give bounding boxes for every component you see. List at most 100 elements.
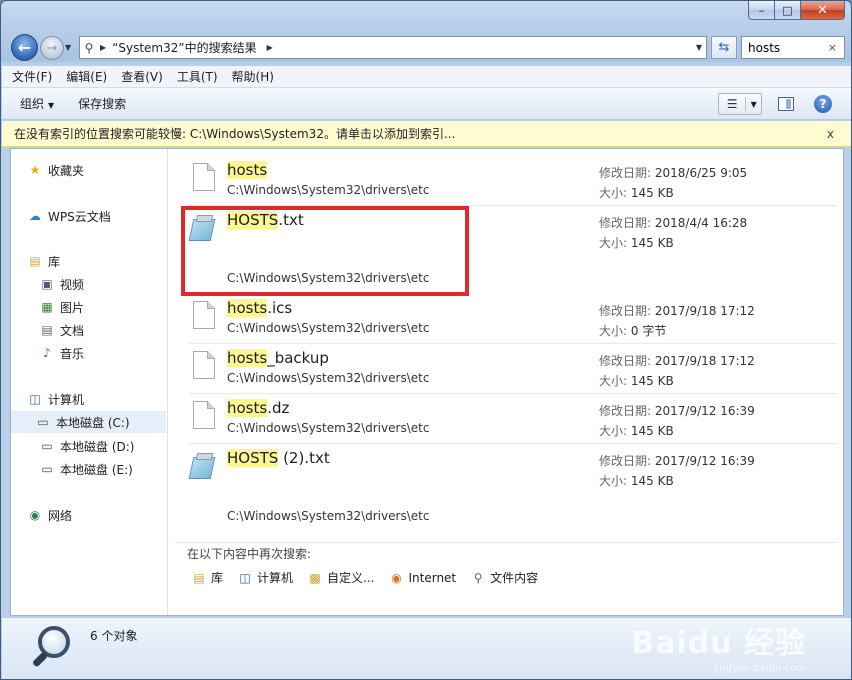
file-path: C:\Windows\System32\drivers\etc (227, 421, 430, 435)
close-button[interactable]: ✕ (801, 1, 845, 20)
index-info-bar[interactable]: 在没有索引的位置搜索可能较慢: C:\Windows\System32。请单击以… (2, 121, 851, 147)
file-name-rest: .ics (267, 299, 293, 317)
change-view-button[interactable]: ☰ ▼ (718, 93, 762, 115)
row-divider (189, 443, 837, 444)
minimize-button[interactable]: – (748, 1, 775, 20)
nav-videos[interactable]: ▣ 视频 (39, 273, 84, 295)
nav-music[interactable]: ♪ 音乐 (39, 342, 84, 364)
refresh-button[interactable]: ⇆ (711, 36, 737, 59)
file-size: 大小: 145 KB (599, 372, 674, 389)
menu-tools[interactable]: 工具(T) (177, 68, 218, 85)
nav-label: 文档 (60, 323, 85, 338)
file-size: 大小: 145 KB (599, 422, 674, 439)
nav-drive-e[interactable]: ▭ 本地磁盘 (E:) (39, 458, 133, 480)
navigation-bar: ← → ▼ ⚲ ▶ “System32”中的搜索结果 ▶ ▼ ⇆ × (1, 31, 851, 63)
drive-icon: ▭ (41, 462, 53, 476)
size-label: 大小: (599, 236, 628, 250)
row-divider (189, 393, 837, 394)
search-again-label: 在以下内容中再次搜索: (187, 547, 312, 561)
preview-pane-button[interactable] (778, 97, 794, 111)
back-button[interactable]: ← (11, 34, 38, 61)
music-note-icon: ♪ (43, 346, 51, 360)
nav-label: 音乐 (60, 346, 85, 361)
file-item[interactable]: hosts.ics C:\Windows\System32\drivers\et… (187, 299, 837, 344)
menu-file[interactable]: 文件(F) (12, 68, 52, 85)
nav-drive-c[interactable]: ▭ 本地磁盘 (C:) (11, 411, 166, 433)
file-name: hosts.dz (227, 399, 289, 417)
info-bar-close-icon[interactable]: x (827, 127, 834, 141)
file-item[interactable]: hosts_backup C:\Windows\System32\drivers… (187, 349, 837, 394)
file-name: HOSTS (2).txt (227, 449, 330, 467)
file-item[interactable]: hosts.dz C:\Windows\System32\drivers\etc… (187, 399, 837, 444)
picture-icon: ▦ (41, 300, 53, 314)
breadcrumb-chevron-icon[interactable]: ▶ (267, 43, 273, 52)
date-value: 2017/9/12 16:39 (654, 454, 755, 468)
nav-label: 本地磁盘 (E:) (60, 462, 133, 477)
help-button[interactable]: ? (814, 95, 832, 113)
size-label: 大小: (599, 474, 628, 488)
info-bar-text[interactable]: 在没有索引的位置搜索可能较慢: C:\Windows\System32。请单击以… (14, 125, 455, 142)
arrow-left-icon: ← (17, 38, 32, 57)
forward-button[interactable]: → (40, 36, 64, 60)
search-again-file-contents[interactable]: ⚲ 文件内容 (470, 569, 538, 586)
size-label: 大小: (599, 374, 628, 388)
size-value: 145 KB (630, 474, 674, 488)
file-name-rest: (2).txt (278, 449, 330, 467)
nav-label: WPS云文档 (48, 209, 111, 224)
nav-documents[interactable]: ▤ 文档 (39, 319, 84, 341)
menu-bar: 文件(F) 编辑(E) 查看(V) 工具(T) 帮助(H) (2, 66, 851, 88)
nav-network[interactable]: ◉ 网络 (27, 504, 72, 526)
address-bar[interactable]: ⚲ ▶ “System32”中的搜索结果 ▶ ▼ (79, 36, 707, 59)
address-location[interactable]: “System32”中的搜索结果 (112, 39, 256, 56)
address-dropdown-icon[interactable]: ▼ (696, 43, 702, 52)
nav-label: 本地磁盘 (C:) (56, 415, 130, 430)
menu-help[interactable]: 帮助(H) (232, 68, 274, 85)
details-pane: 6 个对象 Baidu 经验 jingyan.baidu.com (2, 617, 851, 679)
annotation-highlight-box (181, 206, 469, 296)
clear-search-icon[interactable]: × (828, 41, 837, 54)
match-highlight: hosts (227, 299, 268, 317)
search-again-custom[interactable]: ▩ 自定义... (307, 569, 374, 586)
nav-pictures[interactable]: ▦ 图片 (39, 296, 84, 318)
nav-library[interactable]: ▤ 库 (27, 250, 60, 272)
save-search-button[interactable]: 保存搜索 (78, 95, 126, 112)
search-input[interactable] (748, 40, 820, 55)
search-again-library[interactable]: ▤ 库 (191, 569, 223, 586)
main-area: ★ 收藏夹 ☁ WPS云文档 ▤ 库 ▣ 视频 ▦ 图片 ▤ 文档 ♪ 音乐 ◫… (10, 148, 844, 616)
search-again-internet[interactable]: ◉ Internet (388, 569, 456, 586)
chevron-down-icon[interactable]: ▼ (746, 100, 761, 109)
maximize-button[interactable]: □ (775, 1, 801, 20)
nav-computer[interactable]: ◫ 计算机 (27, 388, 84, 410)
date-label: 修改日期: (599, 454, 652, 468)
chevron-down-icon: ▼ (48, 101, 55, 110)
library-folder-icon: ▤ (29, 254, 41, 268)
file-date: 修改日期: 2017/9/12 16:39 (599, 452, 755, 469)
menu-edit[interactable]: 编辑(E) (66, 68, 107, 85)
date-value: 2017/9/18 17:12 (654, 354, 755, 368)
document-icon: ▤ (41, 323, 53, 337)
internet-globe-icon: ◉ (391, 570, 402, 585)
nav-drive-d[interactable]: ▭ 本地磁盘 (D:) (39, 435, 134, 457)
blank-file-icon (193, 351, 215, 379)
search-again-computer[interactable]: ◫ 计算机 (237, 569, 293, 586)
breadcrumb-chevron-icon[interactable]: ▶ (100, 43, 106, 52)
file-item[interactable]: hosts C:\Windows\System32\drivers\etc 修改… (187, 161, 837, 206)
file-item[interactable]: HOSTS (2).txt C:\Windows\System32\driver… (187, 449, 837, 529)
file-date: 修改日期: 2017/9/12 16:39 (599, 402, 755, 419)
organize-button[interactable]: 组织 ▼ (20, 95, 54, 112)
nav-wps-cloud[interactable]: ☁ WPS云文档 (27, 205, 111, 227)
search-again-options: ▤ 库 ◫ 计算机 ▩ 自定义... ◉ Internet ⚲ 文件内容 (191, 569, 552, 586)
research-divider (175, 542, 837, 543)
recent-pages-dropdown[interactable]: ▼ (65, 43, 71, 52)
file-name-rest: _backup (267, 349, 329, 367)
watermark-url: jingyan.baidu.com (713, 663, 806, 674)
option-label: 计算机 (257, 571, 294, 585)
file-path: C:\Windows\System32\drivers\etc (227, 183, 430, 197)
network-globe-icon: ◉ (29, 508, 41, 522)
menu-view[interactable]: 查看(V) (121, 68, 163, 85)
magnifier-icon (30, 626, 74, 676)
search-box[interactable]: × (741, 36, 845, 59)
nav-label: 库 (48, 254, 61, 269)
nav-label: 图片 (60, 300, 85, 315)
nav-favorites[interactable]: ★ 收藏夹 (27, 159, 84, 181)
